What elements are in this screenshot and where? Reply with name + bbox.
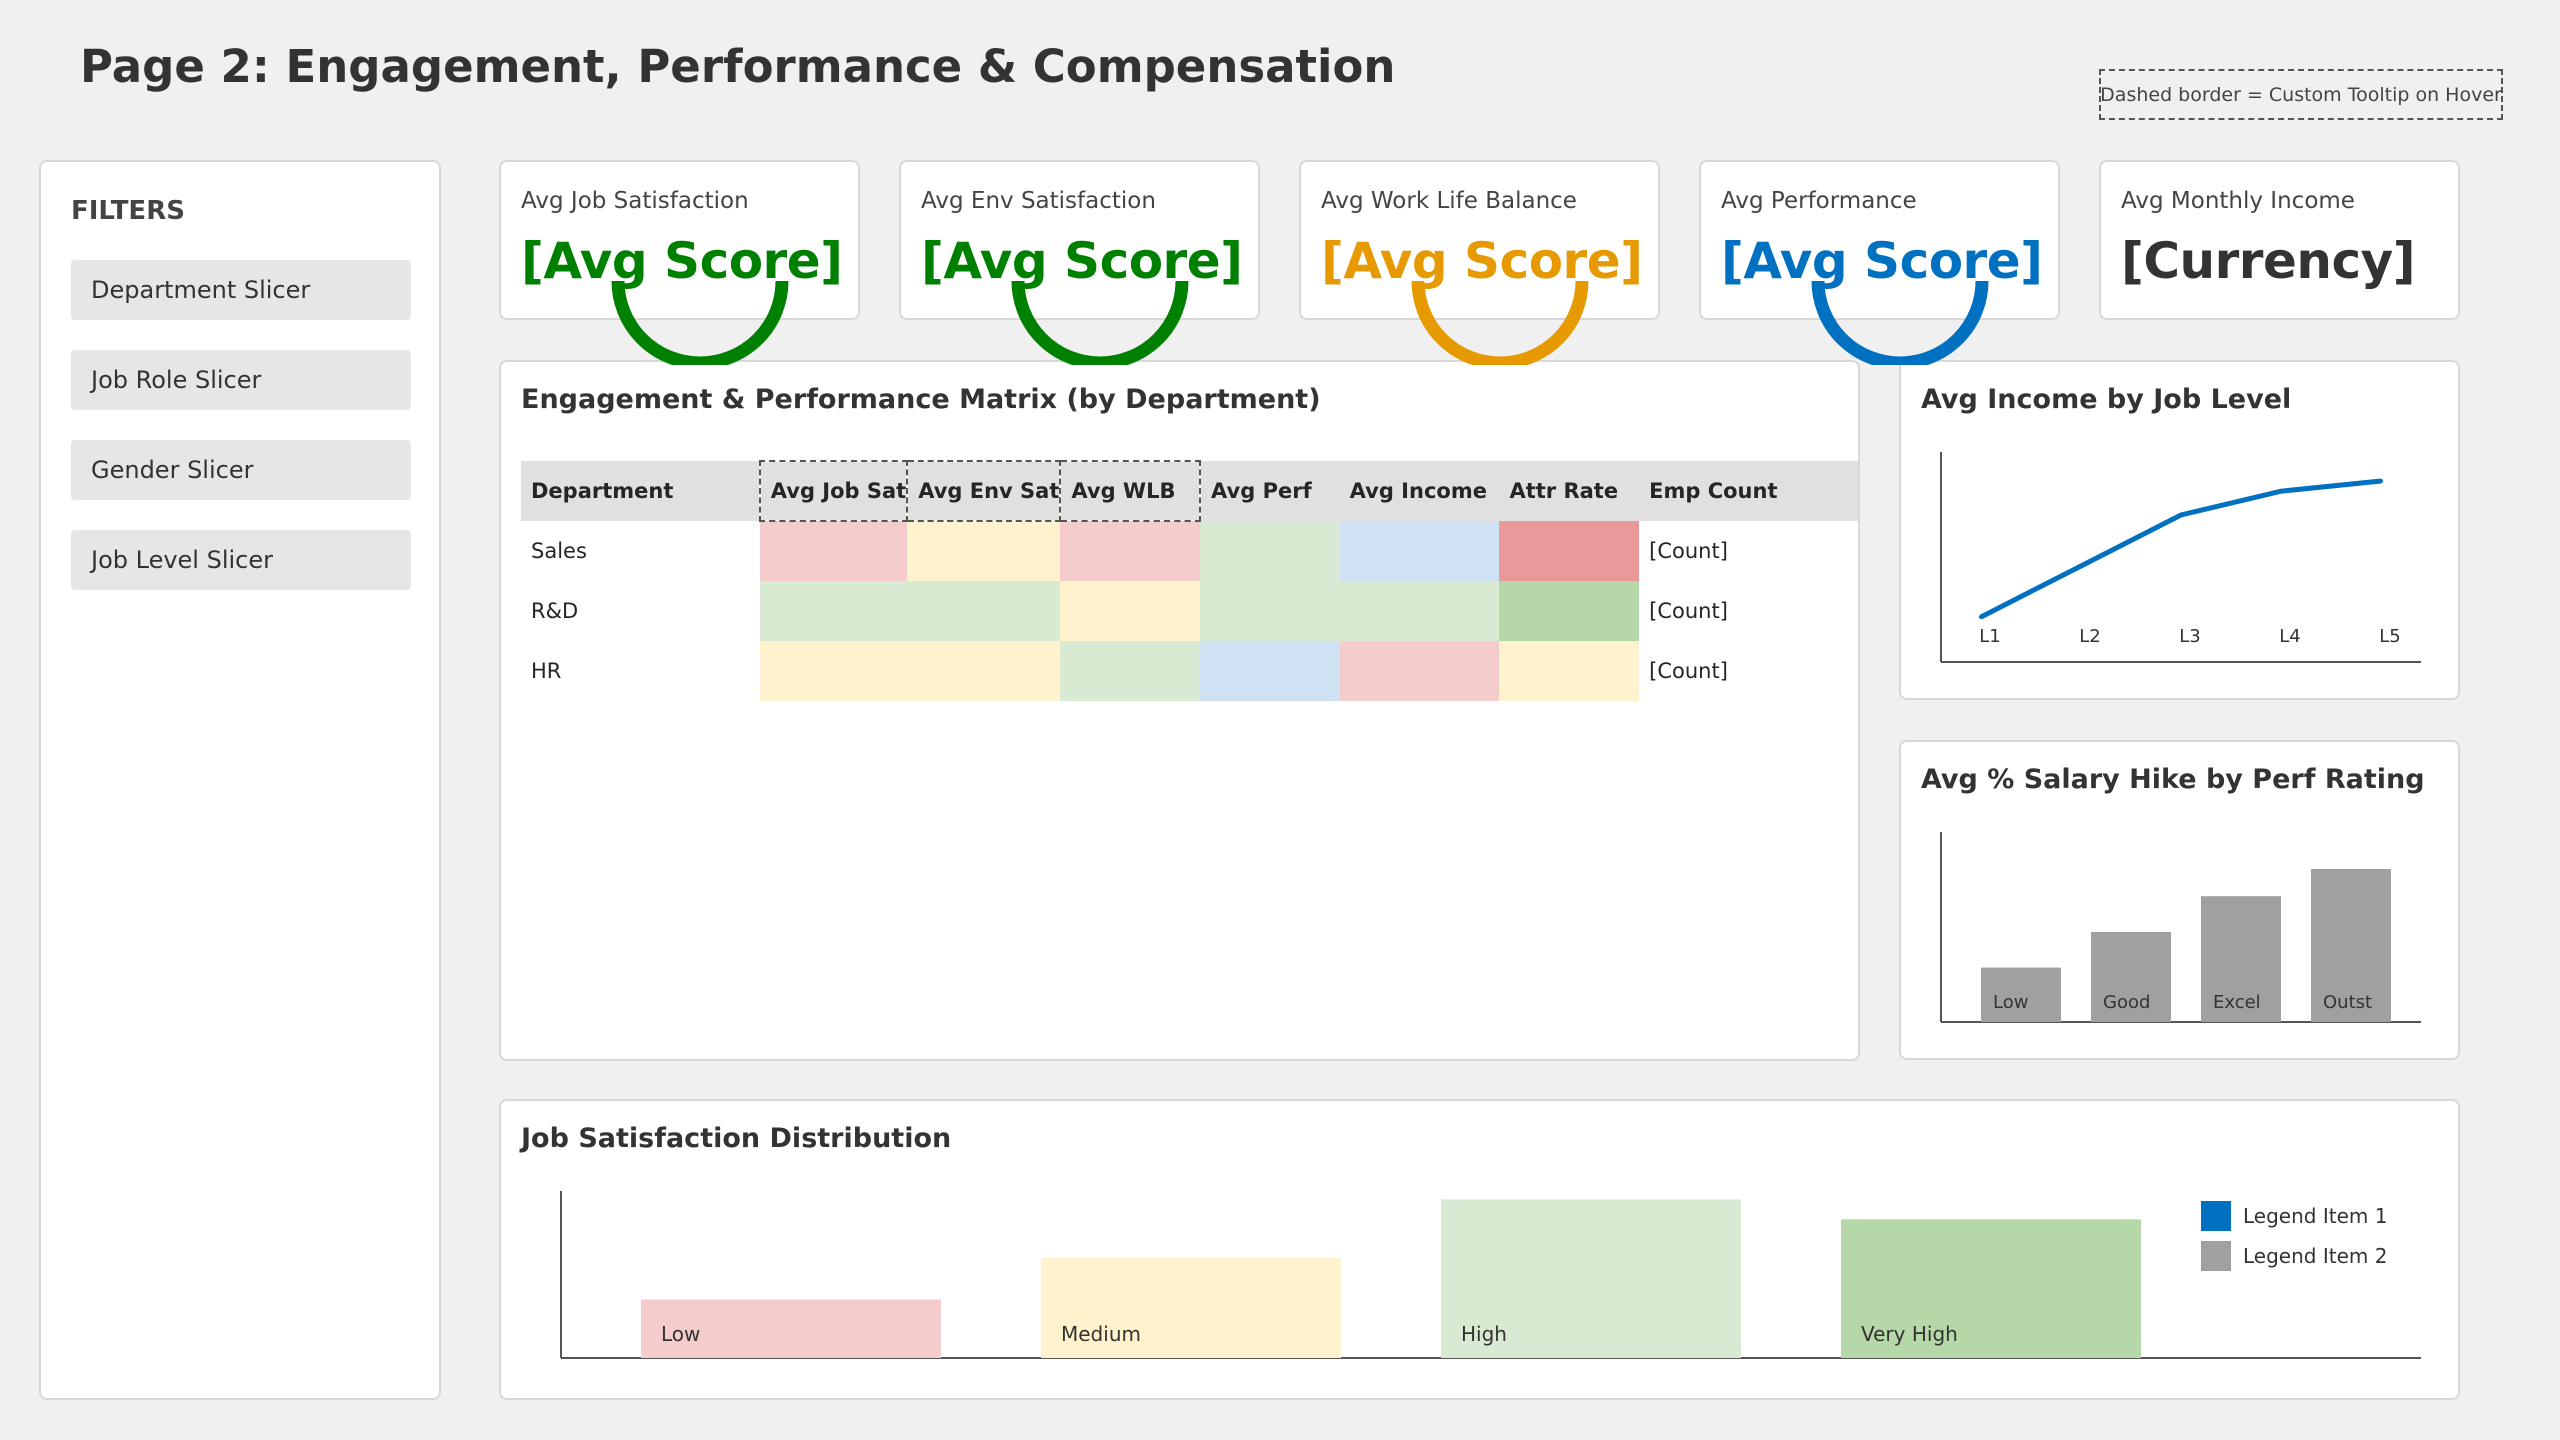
bar-label: Medium (1061, 1322, 1141, 1346)
kpi-value: [Avg Score] (1721, 232, 2043, 290)
heat-cell (1499, 521, 1640, 581)
heat-cell (1499, 581, 1640, 641)
department-slicer[interactable]: Department Slicer (71, 260, 411, 320)
heat-cell (1200, 641, 1340, 701)
filters-title: FILTERS (71, 196, 185, 226)
data-point (2179, 513, 2183, 517)
kpi-label: Avg Monthly Income (2121, 188, 2355, 214)
kpi-value: [Avg Score] (521, 232, 843, 290)
kpi-card-monthly-income[interactable]: Avg Monthly Income [Currency] (2099, 160, 2460, 320)
legend-swatch (2201, 1241, 2231, 1271)
job-level-slicer[interactable]: Job Level Slicer (71, 530, 411, 590)
heat-cell[interactable] (1060, 581, 1201, 641)
bar-label: Outst (2323, 992, 2372, 1013)
col-header-attr-rate[interactable]: Attr Rate (1499, 461, 1640, 521)
legend-label: Legend Item 2 (2243, 1244, 2388, 1268)
col-header-avg-income[interactable]: Avg Income (1339, 461, 1500, 521)
filters-panel: FILTERS Department Slicer Job Role Slice… (39, 160, 441, 1400)
data-point (2279, 489, 2283, 494)
dept-cell: HR (531, 659, 562, 683)
table-row[interactable]: HR [Count] (521, 641, 1858, 701)
kpi-label: Avg Env Satisfaction (921, 188, 1156, 214)
bar-label: High (1461, 1322, 1507, 1346)
heat-cell[interactable] (907, 641, 1061, 701)
heat-cell (1339, 581, 1500, 641)
dept-cell: Sales (531, 539, 587, 563)
kpi-label: Avg Work Life Balance (1321, 188, 1577, 214)
legend-item-1[interactable]: Legend Item 1 (2201, 1201, 2387, 1231)
satisfaction-bar-chart[interactable]: Low Medium High Very High (501, 1101, 2462, 1402)
col-header-avg-wlb[interactable]: Avg WLB (1059, 460, 1202, 522)
heat-cell[interactable] (759, 641, 908, 701)
kpi-value: [Avg Score] (1321, 232, 1643, 290)
income-by-job-level-panel: Avg Income by Job Level L1 L2 L3 L4 L5 (1899, 360, 2460, 700)
heat-cell (1339, 641, 1500, 701)
kpi-label: Avg Job Satisfaction (521, 188, 749, 214)
legend-label: Legend Item 1 (2243, 1204, 2388, 1228)
salary-hike-bar-chart[interactable]: Low Good Excel Outst (1901, 742, 2462, 1062)
job-satisfaction-distribution-panel: Job Satisfaction Distribution Low Medium H… (499, 1099, 2460, 1400)
engagement-matrix: Department Avg Job Sat Avg Env Sat Avg W… (521, 460, 1858, 701)
bar-label: Good (2103, 992, 2150, 1013)
matrix-header-row: Department Avg Job Sat Avg Env Sat Avg W… (521, 460, 1858, 522)
job-role-slicer[interactable]: Job Role Slicer (71, 350, 411, 410)
table-row[interactable]: Sales [Count] (521, 521, 1858, 581)
kpi-value: [Avg Score] (921, 232, 1243, 290)
col-header-department[interactable]: Department (521, 461, 760, 521)
kpi-value: [Currency] (2121, 232, 2416, 290)
bar-label: Excel (2213, 992, 2261, 1013)
kpi-card-work-life-balance[interactable]: Avg Work Life Balance [Avg Score] (1299, 160, 1660, 320)
count-cell: [Count] (1649, 599, 1728, 623)
bar-label: Low (661, 1322, 700, 1346)
matrix-title: Engagement & Performance Matrix (by Depa… (521, 384, 1321, 415)
kpi-label: Avg Performance (1721, 188, 1917, 214)
heat-cell (1200, 521, 1340, 581)
heat-cell[interactable] (759, 521, 908, 581)
gender-slicer[interactable]: Gender Slicer (71, 440, 411, 500)
heat-cell[interactable] (907, 521, 1061, 581)
bar-label: Low (1993, 992, 2028, 1013)
heat-cell[interactable] (907, 581, 1061, 641)
heat-cell (1200, 581, 1340, 641)
col-header-emp-count[interactable]: Emp Count (1639, 461, 1858, 521)
count-cell: [Count] (1649, 539, 1728, 563)
income-series-line (1979, 478, 2382, 620)
legend-item-2[interactable]: Legend Item 2 (2201, 1241, 2387, 1271)
heat-cell[interactable] (1060, 521, 1201, 581)
bar-label: Very High (1861, 1322, 1958, 1346)
heat-cell[interactable] (759, 581, 908, 641)
x-tick-label: L4 (2279, 626, 2300, 647)
data-point (2379, 479, 2383, 483)
col-header-avg-env-sat[interactable]: Avg Env Sat (906, 460, 1062, 522)
x-tick-label: L5 (2379, 626, 2400, 647)
engagement-matrix-panel: Engagement & Performance Matrix (by Depa… (499, 360, 1860, 1061)
heat-cell[interactable] (1060, 641, 1201, 701)
legend-swatch (2201, 1201, 2231, 1231)
page-title: Page 2: Engagement, Performance & Compen… (80, 40, 1396, 93)
col-header-avg-job-sat[interactable]: Avg Job Sat (758, 460, 909, 522)
income-line-chart[interactable]: L1 L2 L3 L4 L5 (1901, 362, 2462, 702)
table-row[interactable]: R&D [Count] (521, 581, 1858, 641)
data-point (2079, 564, 2083, 568)
heat-cell (1339, 521, 1500, 581)
kpi-card-performance[interactable]: Avg Performance [Avg Score] (1699, 160, 2060, 320)
kpi-card-env-satisfaction[interactable]: Avg Env Satisfaction [Avg Score] (899, 160, 1260, 320)
dept-cell: R&D (531, 599, 579, 623)
count-cell: [Count] (1649, 659, 1728, 683)
x-tick-label: L3 (2179, 626, 2200, 647)
heat-cell (1499, 641, 1640, 701)
kpi-card-job-satisfaction[interactable]: Avg Job Satisfaction [Avg Score] (499, 160, 860, 320)
x-tick-label: L1 (1979, 626, 2000, 647)
salary-hike-panel: Avg % Salary Hike by Perf Rating Low Good… (1899, 740, 2460, 1060)
tooltip-legend-note: Dashed border = Custom Tooltip on Hover (2099, 69, 2503, 120)
x-tick-label: L2 (2079, 626, 2100, 647)
col-header-avg-perf[interactable]: Avg Perf (1200, 461, 1340, 521)
data-point (1979, 615, 1983, 619)
